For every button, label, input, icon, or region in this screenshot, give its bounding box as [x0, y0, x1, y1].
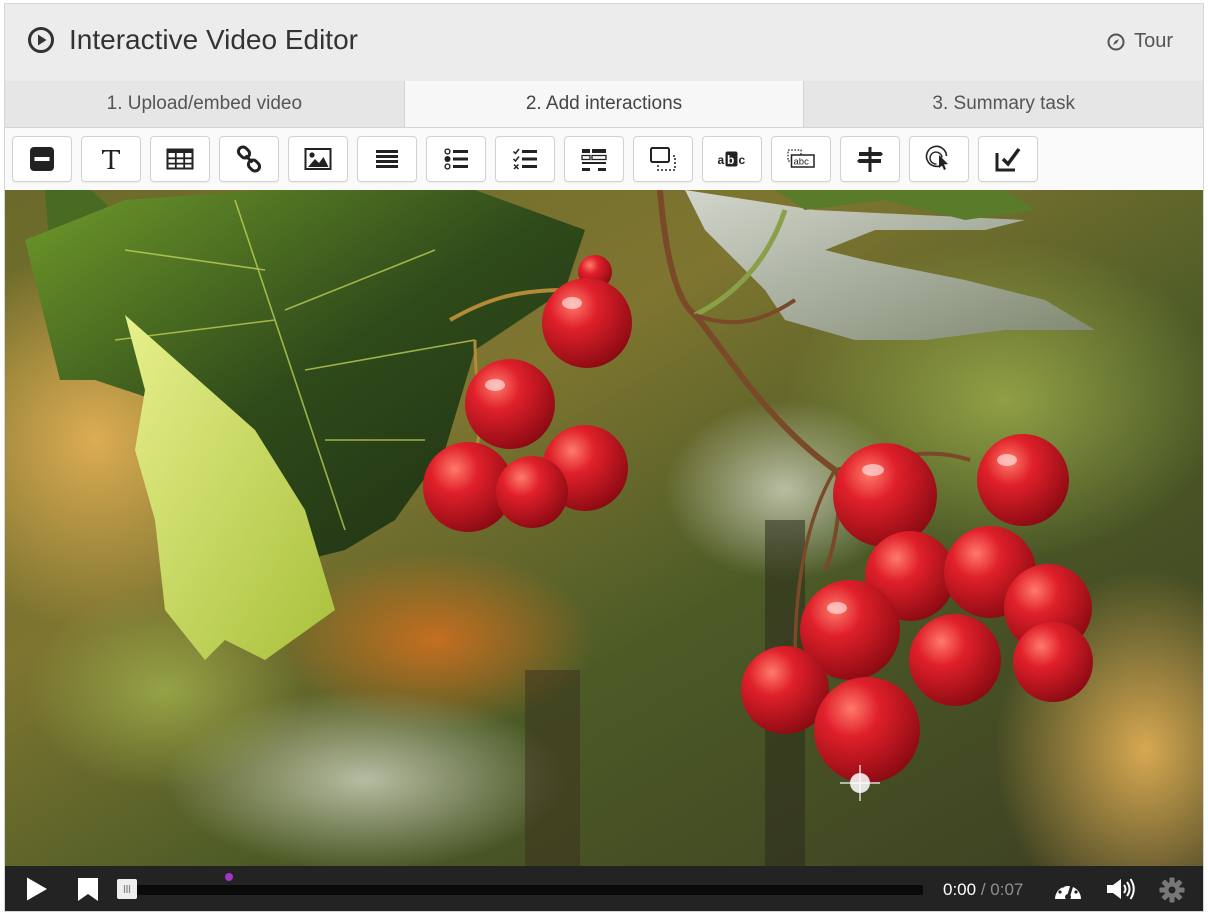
tour-label: Tour	[1134, 30, 1173, 52]
video-controls-bar: 0:00 / 0:07	[5, 866, 1203, 911]
editor-header: Interactive Video Editor Tour	[5, 4, 1203, 82]
image-icon	[304, 148, 332, 170]
svg-text:b: b	[727, 153, 734, 167]
image-button[interactable]	[288, 136, 348, 182]
text-icon	[102, 150, 120, 169]
link-button[interactable]	[219, 136, 279, 182]
fill-in-blanks-icon: a b c	[718, 151, 746, 167]
bookmark-icon[interactable]	[77, 877, 99, 902]
fill-in-blanks-button[interactable]: a b c	[702, 136, 762, 182]
svg-text:a: a	[718, 153, 725, 167]
duration: 0:07	[990, 880, 1024, 899]
drag-text-icon: abc	[787, 149, 815, 168]
settings-gear-icon[interactable]	[1159, 877, 1185, 903]
editor-title: Interactive Video Editor	[27, 24, 358, 56]
navigation-hotspot-icon	[925, 145, 948, 170]
table-button[interactable]	[150, 136, 210, 182]
multiple-choice-button[interactable]	[495, 136, 555, 182]
play-circle-icon	[28, 27, 54, 53]
editor-tabs: 1. Upload/embed video 2. Add interaction…	[5, 81, 1203, 128]
label-button[interactable]	[12, 136, 72, 182]
crossroads-icon	[857, 147, 883, 172]
interaction-marker[interactable]	[225, 873, 233, 881]
multiple-choice-icon	[512, 148, 537, 170]
grip-icon	[123, 885, 131, 893]
drag-text-button[interactable]: abc	[771, 136, 831, 182]
interactive-video-editor: Interactive Video Editor Tour 1. Upload/…	[4, 3, 1204, 912]
time-separator: /	[976, 880, 991, 899]
single-choice-button[interactable]	[426, 136, 486, 182]
table-icon	[166, 148, 194, 170]
true-false-icon	[581, 149, 607, 171]
tab-summary-task[interactable]: 3. Summary task	[804, 81, 1203, 127]
editor-title-text: Interactive Video Editor	[69, 24, 358, 55]
single-choice-icon	[444, 148, 468, 170]
play-icon[interactable]	[24, 876, 50, 902]
label-icon	[30, 147, 54, 171]
crossroads-button[interactable]	[840, 136, 900, 182]
interactions-toolbar: a b c abc	[5, 128, 1203, 190]
tour-button[interactable]: Tour	[1107, 30, 1173, 53]
svg-text:abc: abc	[794, 157, 810, 168]
seek-handle[interactable]	[117, 879, 137, 899]
seek-bar[interactable]	[123, 885, 923, 895]
drag-and-drop-button[interactable]	[633, 136, 693, 182]
time-display: 0:00 / 0:07	[943, 880, 1023, 900]
current-time: 0:00	[943, 880, 977, 899]
volume-icon[interactable]	[1106, 877, 1136, 901]
video-still-berries	[5, 190, 1203, 866]
svg-text:c: c	[739, 153, 746, 167]
statements-button[interactable]	[357, 136, 417, 182]
tab-upload-embed-video[interactable]: 1. Upload/embed video	[5, 81, 405, 127]
text-button[interactable]	[81, 136, 141, 182]
submit-screen-button[interactable]	[978, 136, 1038, 182]
link-icon	[236, 145, 262, 173]
drag-and-drop-icon	[650, 147, 676, 171]
compass-icon	[1107, 33, 1125, 50]
tab-add-interactions[interactable]: 2. Add interactions	[404, 81, 805, 127]
navigation-hotspot-button[interactable]	[909, 136, 969, 182]
playback-speed-icon[interactable]	[1053, 877, 1083, 901]
submit-screen-icon	[995, 147, 1021, 172]
video-frame[interactable]	[5, 190, 1203, 866]
true-false-button[interactable]	[564, 136, 624, 182]
statements-icon	[376, 150, 398, 168]
